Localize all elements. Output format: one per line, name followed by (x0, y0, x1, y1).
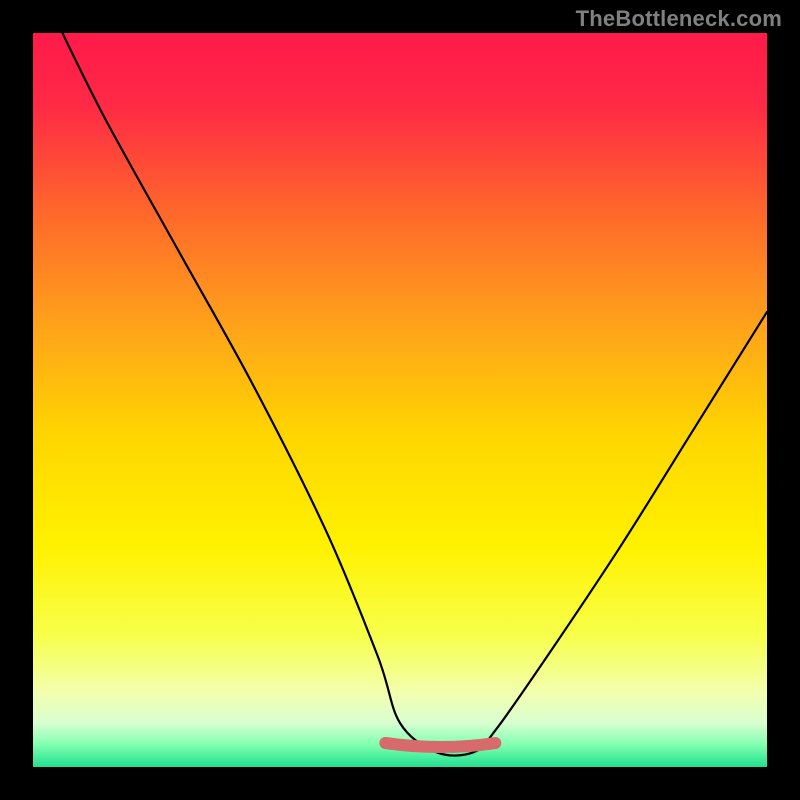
chart-frame: TheBottleneck.com (0, 0, 800, 800)
attribution-watermark: TheBottleneck.com (576, 6, 782, 32)
plot-area (33, 33, 767, 767)
bottleneck-curve (33, 33, 767, 767)
